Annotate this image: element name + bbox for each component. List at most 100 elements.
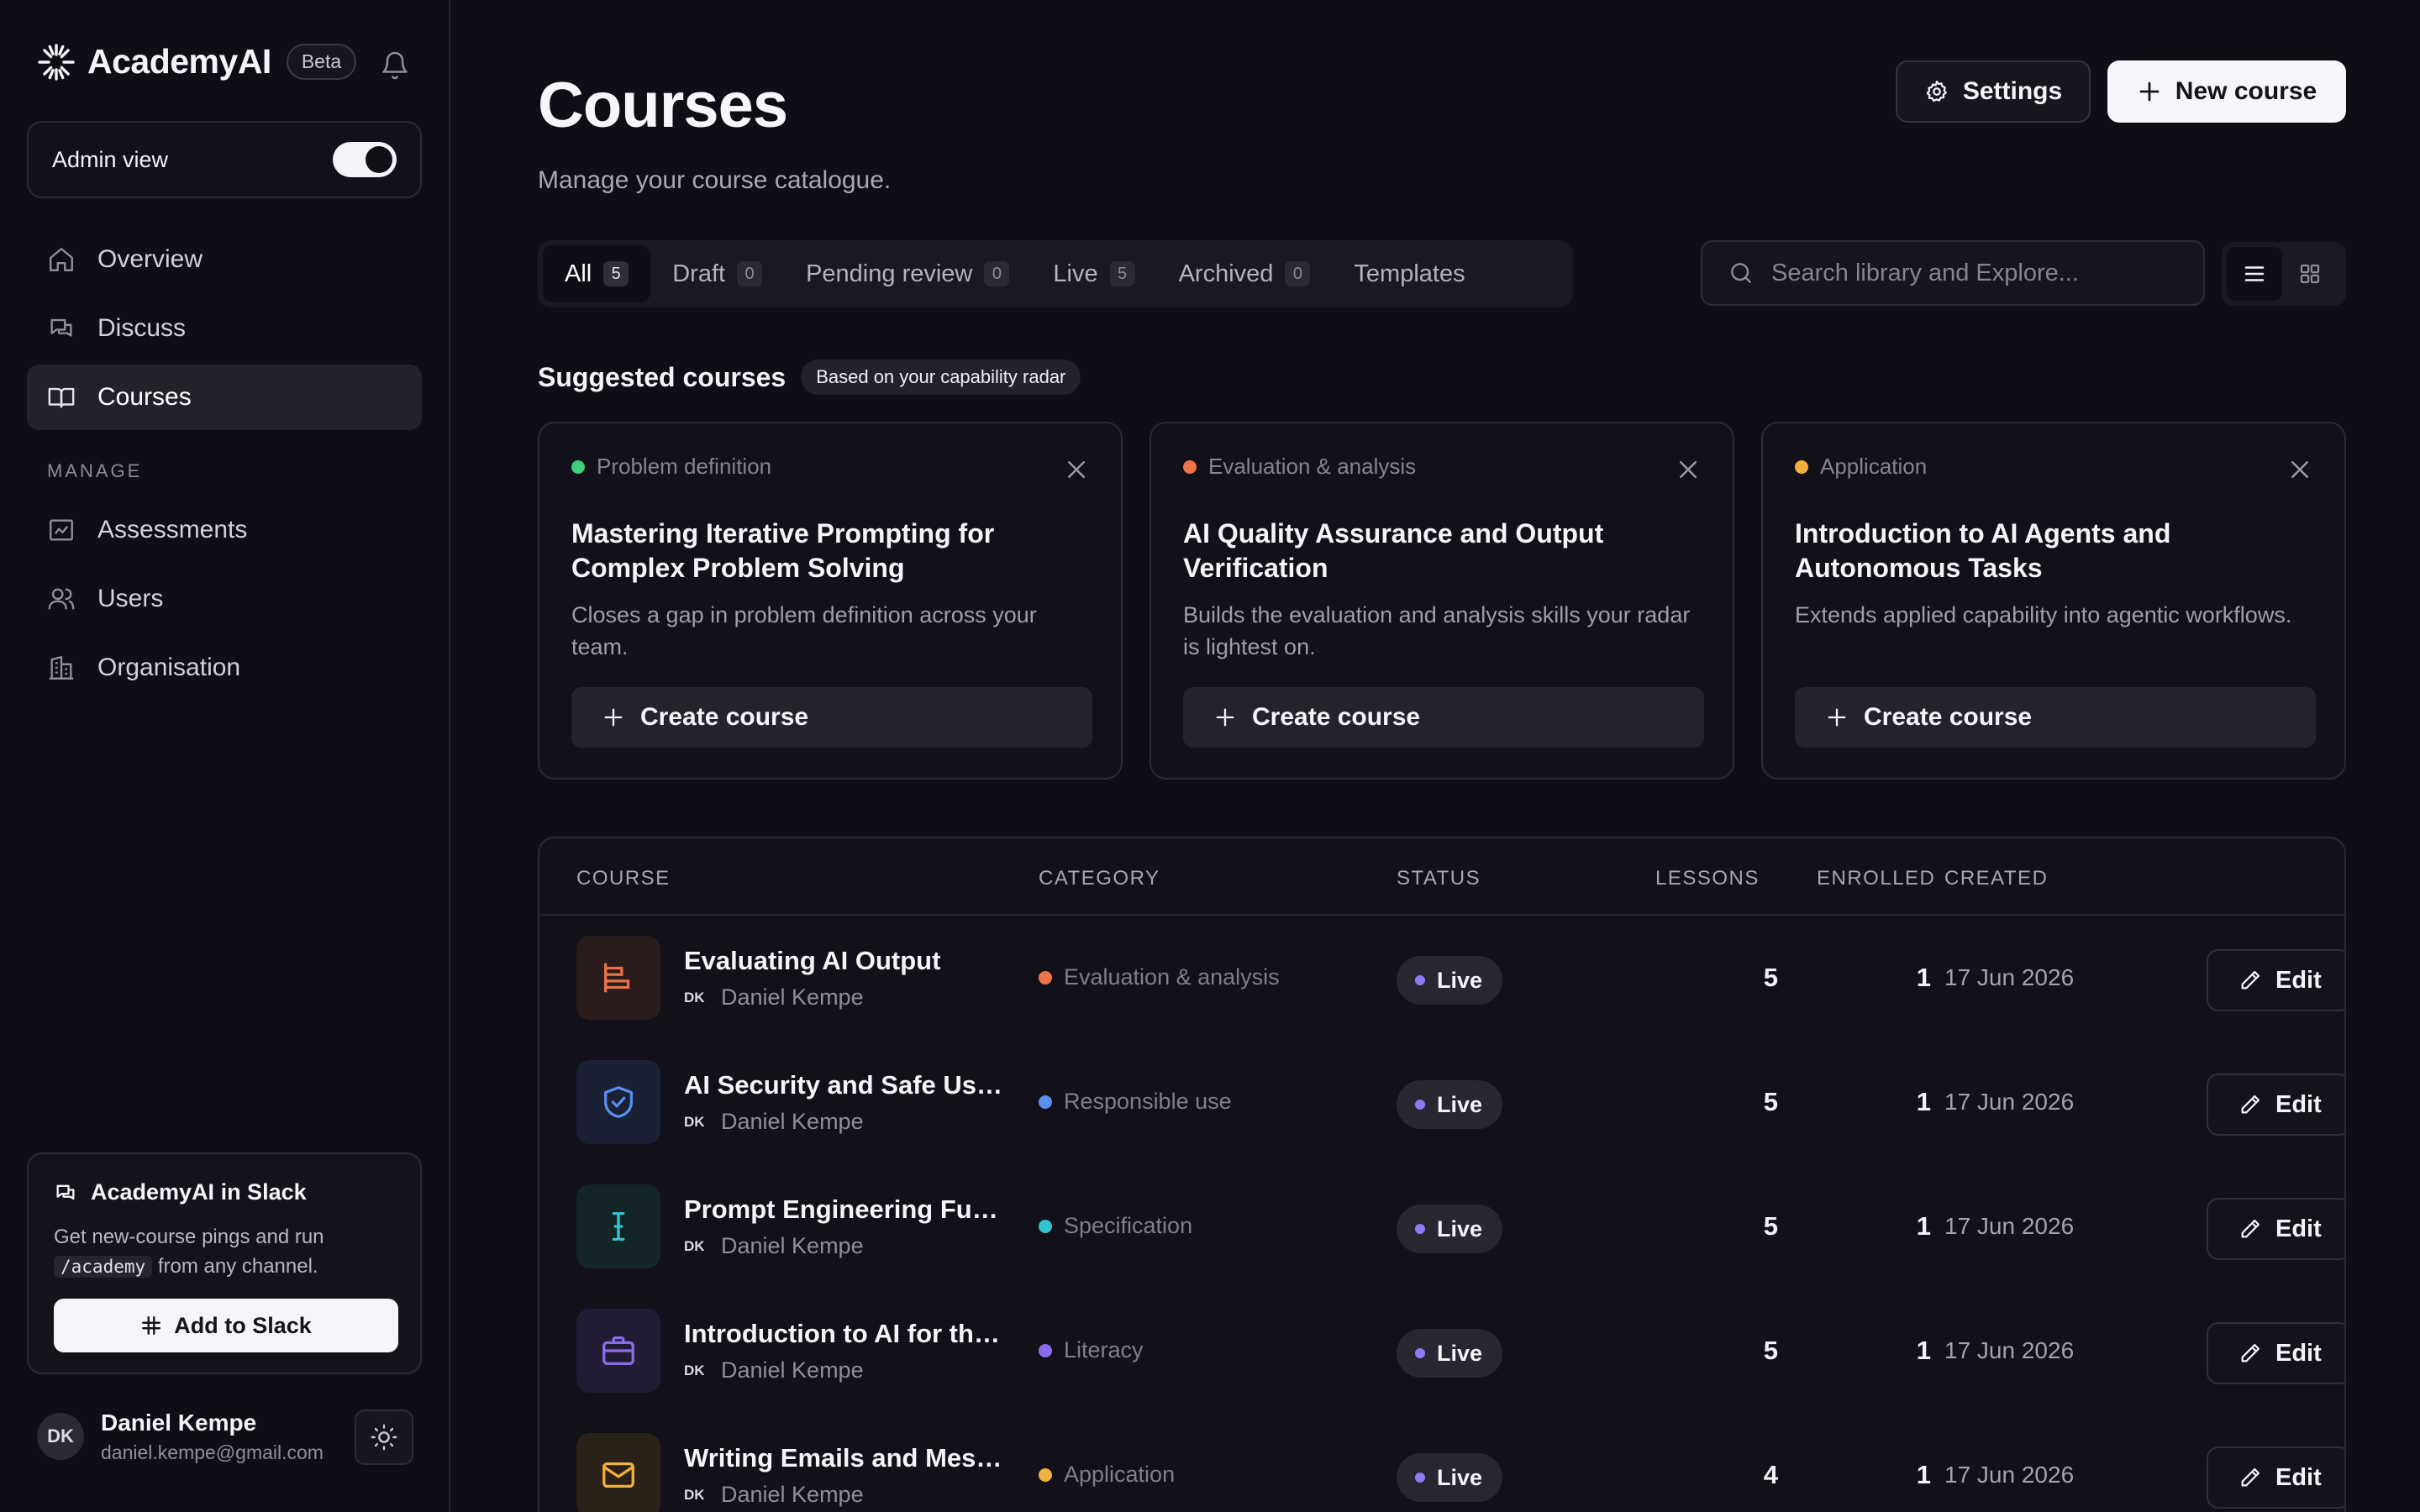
sidebar-item-organisation[interactable]: Organisation [27, 635, 422, 701]
table-row[interactable]: Introduction to AI for the Workplace DK … [539, 1289, 2344, 1413]
close-icon[interactable] [2287, 457, 2312, 482]
category-dot [1039, 1467, 1052, 1482]
card-title: Mastering Iterative Prompting for Comple… [571, 518, 995, 583]
create-course-button[interactable]: Create course [1795, 687, 2316, 748]
search-input[interactable] [1771, 242, 2203, 304]
tab-label: Draft [672, 260, 726, 287]
slack-desc-text: from any channel. [157, 1255, 318, 1278]
column-header-lessons[interactable]: LESSONS [1655, 867, 1760, 890]
tab-count: 5 [1109, 261, 1135, 286]
close-icon[interactable] [1064, 457, 1089, 482]
slack-command-code: /academy [54, 1256, 153, 1278]
status-badge: Live [1397, 1080, 1503, 1129]
create-course-button[interactable]: Create course [571, 687, 1092, 748]
tab-archived[interactable]: Archived 0 [1157, 245, 1333, 302]
sidebar-item-courses[interactable]: Courses [27, 365, 422, 430]
status-label: Live [1437, 1215, 1483, 1242]
suggested-courses-title: Suggested courses [538, 361, 786, 392]
course-title[interactable]: Introduction to AI for the Workplace [684, 1319, 1012, 1349]
admin-view-toggle[interactable] [333, 142, 397, 177]
card-title: AI Quality Assurance and Output Verifica… [1183, 518, 1604, 583]
tab-templates[interactable]: Templates [1332, 245, 1486, 302]
column-header-category[interactable]: CATEGORY [1039, 867, 1160, 890]
theme-toggle-button[interactable] [355, 1410, 413, 1465]
edit-label: Edit [2275, 966, 2322, 994]
course-title[interactable]: AI Security and Safe Use of AI [684, 1070, 1012, 1100]
bell-icon[interactable] [380, 50, 410, 81]
close-icon[interactable] [1676, 457, 1701, 482]
new-course-button[interactable]: New course [2107, 60, 2346, 123]
tab-pending-review[interactable]: Pending review 0 [784, 245, 1031, 302]
table-row[interactable]: AI Security and Safe Use of AI DK Daniel… [539, 1040, 2344, 1164]
edit-button[interactable]: Edit [2207, 949, 2344, 1011]
card-description: Closes a gap in problem definition acros… [571, 602, 1037, 659]
list-view-button[interactable] [2227, 247, 2282, 301]
course-author: DK Daniel Kempe [684, 1357, 864, 1383]
card-title: Introduction to AI Agents and Autonomous… [1795, 518, 2171, 583]
edit-button[interactable]: Edit [2207, 1446, 2344, 1509]
edit-label: Edit [2275, 1463, 2322, 1491]
column-header-enrolled[interactable]: ENROLLED [1817, 867, 1935, 890]
sidebar-item-label: Users [97, 585, 164, 612]
sidebar-item-overview[interactable]: Overview [27, 227, 422, 292]
table-row[interactable]: Evaluating AI Output DK Daniel Kempe Eva… [539, 916, 2344, 1040]
tab-count: 0 [737, 261, 763, 286]
add-to-slack-button[interactable]: Add to Slack [54, 1299, 398, 1352]
edit-label: Edit [2275, 1339, 2322, 1367]
table-row[interactable]: Prompt Engineering Fundamentals DK Danie… [539, 1164, 2344, 1289]
category-label: Literacy [1064, 1337, 1144, 1362]
status-tabs: All 5 Draft 0 Pending review 0 Live 5 Ar… [538, 240, 1573, 307]
sidebar-item-users[interactable]: Users [27, 566, 422, 632]
sidebar-item-assessments[interactable]: Assessments [27, 497, 422, 563]
user-name: Daniel Kempe [101, 1409, 257, 1436]
column-header-status[interactable]: STATUS [1397, 867, 1481, 890]
author-avatar: DK [684, 1486, 705, 1503]
created-date: 17 Jun 2026 [1944, 1462, 2075, 1488]
category-dot [1795, 459, 1808, 474]
suggested-course-card: Application Introduction to AI Agents an… [1761, 422, 2346, 780]
author-avatar: DK [684, 1362, 705, 1378]
sun-icon [371, 1424, 397, 1451]
sidebar-item-discuss[interactable]: Discuss [27, 296, 422, 361]
current-user[interactable]: DK Daniel Kempe daniel.kempe@gmail.com [37, 1403, 413, 1470]
pencil-icon [2241, 1095, 2260, 1114]
table-row[interactable]: Writing Emails and Messages with AI DK D… [539, 1413, 2344, 1512]
column-header-created[interactable]: CREATED [1944, 867, 2048, 890]
author-name: Daniel Kempe [721, 984, 864, 1010]
edit-button[interactable]: Edit [2207, 1198, 2344, 1260]
lessons-count: 5 [1763, 1087, 1778, 1116]
suggested-course-card: Problem definition Mastering Iterative P… [538, 422, 1123, 780]
tab-label: Live [1053, 260, 1098, 287]
course-title[interactable]: Prompt Engineering Fundamentals [684, 1194, 1012, 1225]
tab-draft[interactable]: Draft 0 [650, 245, 784, 302]
bar-chart-icon [604, 963, 630, 993]
author-name: Daniel Kempe [721, 1109, 864, 1134]
status-dot [1415, 1100, 1425, 1110]
course-category: Application [1039, 1462, 1175, 1488]
grid-view-button[interactable] [2282, 247, 2338, 301]
text-cursor-icon [612, 1212, 625, 1241]
category-dot [1183, 459, 1197, 474]
course-title[interactable]: Writing Emails and Messages with AI [684, 1443, 1012, 1473]
brand[interactable]: AcademyAI Beta [37, 42, 357, 81]
enrolled-count: 1 [1916, 1336, 1931, 1365]
course-title[interactable]: Evaluating AI Output [684, 946, 1012, 976]
settings-button[interactable]: Settings [1896, 60, 2091, 123]
create-course-button[interactable]: Create course [1183, 687, 1704, 748]
column-header-course[interactable]: COURSE [576, 867, 671, 890]
tab-all[interactable]: All 5 [543, 245, 651, 302]
toggle-knob [366, 146, 392, 173]
status-dot [1415, 1224, 1425, 1234]
lessons-count: 5 [1763, 1336, 1778, 1365]
course-thumbnail [576, 1060, 660, 1144]
lessons-count: 5 [1763, 1211, 1778, 1241]
edit-label: Edit [2275, 1090, 2322, 1118]
author-avatar: DK [684, 1113, 705, 1130]
author-avatar: DK [684, 989, 705, 1005]
course-category: Responsible use [1039, 1089, 1232, 1115]
tab-label: Templates [1354, 260, 1465, 287]
search-icon [1731, 263, 1751, 283]
edit-button[interactable]: Edit [2207, 1074, 2344, 1136]
tab-live[interactable]: Live 5 [1031, 245, 1156, 302]
edit-button[interactable]: Edit [2207, 1322, 2344, 1384]
